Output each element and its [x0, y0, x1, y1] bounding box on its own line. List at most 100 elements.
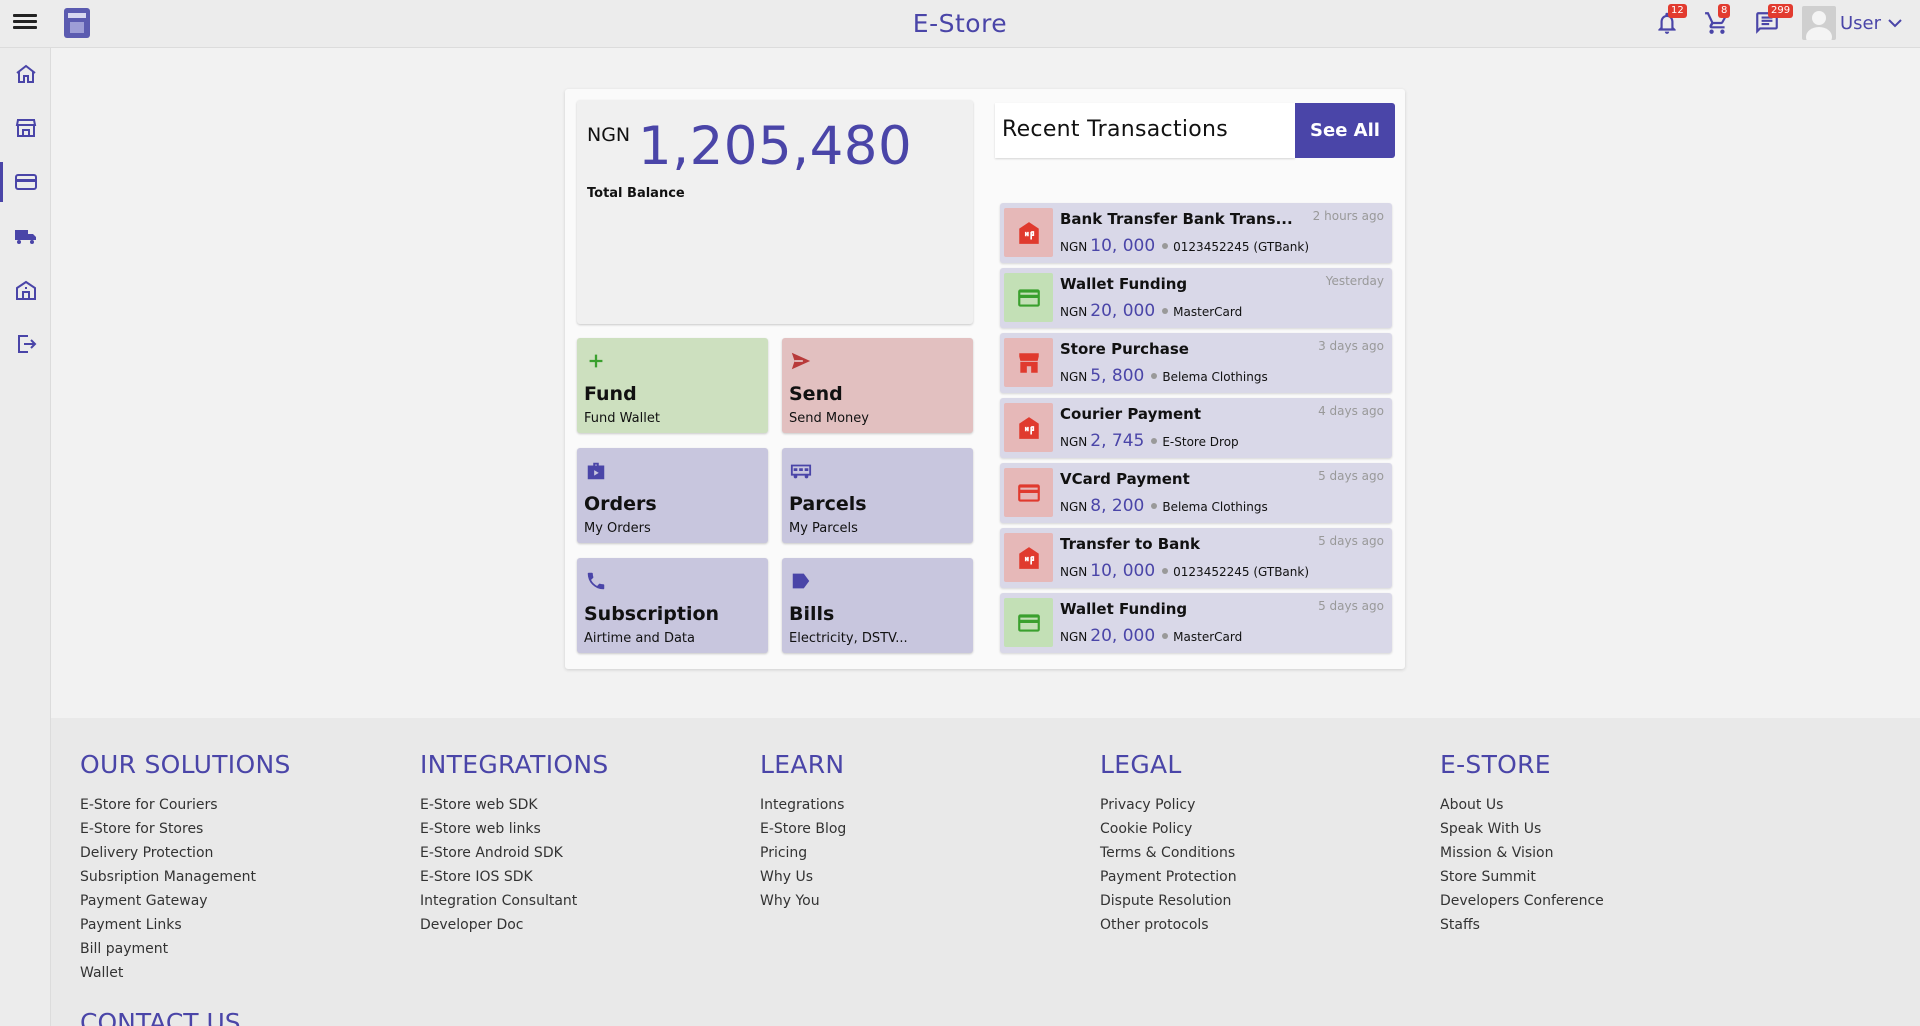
- fund-wallet-tile[interactable]: Fund Fund Wallet: [577, 338, 768, 433]
- transaction-amount: 2, 745: [1090, 431, 1145, 451]
- footer-link[interactable]: Cookie Policy: [1100, 817, 1237, 841]
- see-all-button[interactable]: See All: [1295, 103, 1395, 158]
- tile-subtitle: Electricity, DSTV...: [789, 631, 908, 646]
- subscription-tile[interactable]: Subscription Airtime and Data: [577, 558, 768, 653]
- footer-link[interactable]: Developers Conference: [1440, 889, 1604, 913]
- credit-card-icon: [1017, 288, 1040, 307]
- contact-us-heading: CONTACT US: [80, 1008, 241, 1026]
- sidebar-item-store[interactable]: [0, 108, 51, 148]
- footer-link[interactable]: E-Store for Stores: [80, 817, 291, 841]
- footer-link[interactable]: Speak With Us: [1440, 817, 1604, 841]
- store-logo[interactable]: [64, 8, 90, 38]
- transaction-destination: 0123452245 (GTBank): [1173, 240, 1310, 254]
- transaction-row[interactable]: Store Purchase 3 days ago NGN 5, 800 Bel…: [1000, 333, 1392, 393]
- transaction-icon-box: [1004, 598, 1053, 647]
- footer-link[interactable]: Developer Doc: [420, 913, 609, 937]
- footer-link[interactable]: Pricing: [760, 841, 846, 865]
- footer-link[interactable]: E-Store web SDK: [420, 793, 609, 817]
- footer-link[interactable]: Other protocols: [1100, 913, 1237, 937]
- notifications-button[interactable]: 12: [1654, 4, 1687, 38]
- footer-link[interactable]: Why Us: [760, 865, 846, 889]
- footer-link[interactable]: Privacy Policy: [1100, 793, 1237, 817]
- transaction-time: 5 days ago: [1318, 469, 1384, 483]
- footer-link[interactable]: Payment Protection: [1100, 865, 1237, 889]
- footer-link[interactable]: E-Store for Couriers: [80, 793, 291, 817]
- parcels-tile[interactable]: Parcels My Parcels: [782, 448, 973, 543]
- separator-dot: [1162, 243, 1169, 249]
- chevron-down-icon: [1888, 19, 1902, 28]
- hamburger-menu-icon[interactable]: [12, 11, 38, 37]
- recent-transactions-title: Recent Transactions: [1002, 117, 1229, 142]
- footer-link[interactable]: Delivery Protection: [80, 841, 291, 865]
- bank-transfer-icon: [1018, 221, 1039, 244]
- footer-link[interactable]: Terms & Conditions: [1100, 841, 1237, 865]
- transaction-name: Wallet Funding: [1060, 600, 1188, 618]
- footer-link[interactable]: E-Store web links: [420, 817, 609, 841]
- transaction-details: NGN 10, 000 0123452245 (GTBank): [1060, 561, 1309, 581]
- footer-link[interactable]: Bill payment: [80, 937, 291, 961]
- plus-icon: [589, 354, 603, 368]
- orders-tile[interactable]: Orders My Orders: [577, 448, 768, 543]
- footer-link[interactable]: Staffs: [1440, 913, 1604, 937]
- transaction-row[interactable]: Wallet Funding 5 days ago NGN 20, 000 Ma…: [1000, 593, 1392, 653]
- footer-link[interactable]: Payment Gateway: [80, 889, 291, 913]
- transaction-name: Store Purchase: [1060, 340, 1189, 358]
- footer-link[interactable]: Wallet: [80, 961, 291, 985]
- footer-column-title: E-STORE: [1440, 750, 1551, 779]
- footer-link[interactable]: Payment Links: [80, 913, 291, 937]
- footer-link[interactable]: Integration Consultant: [420, 889, 609, 913]
- transaction-currency: NGN: [1060, 435, 1088, 449]
- footer-link[interactable]: Subsription Management: [80, 865, 291, 889]
- footer-link[interactable]: About Us: [1440, 793, 1604, 817]
- transaction-row[interactable]: Courier Payment 4 days ago NGN 2, 745 E-…: [1000, 398, 1392, 458]
- footer-link[interactable]: Dispute Resolution: [1100, 889, 1237, 913]
- footer-column-title: LEGAL: [1100, 750, 1182, 779]
- balance-card: NGN 1,205,480 Total Balance: [577, 100, 973, 324]
- tile-title: Fund: [584, 383, 637, 405]
- sidebar-item-home[interactable]: [0, 54, 51, 94]
- transaction-amount: 20, 000: [1090, 626, 1156, 646]
- transaction-details: NGN 5, 800 Belema Clothings: [1060, 366, 1268, 386]
- transaction-row[interactable]: Bank Transfer Bank Trans... 2 hours ago …: [1000, 203, 1392, 263]
- footer-column-legal: LEGAL Privacy Policy Cookie Policy Terms…: [1100, 750, 1237, 937]
- transaction-name: Courier Payment: [1060, 405, 1202, 423]
- transaction-icon-box: [1004, 208, 1053, 257]
- transaction-time: 5 days ago: [1318, 599, 1384, 613]
- user-menu[interactable]: User: [1802, 6, 1903, 40]
- transaction-row[interactable]: Transfer to Bank 5 days ago NGN 10, 000 …: [1000, 528, 1392, 588]
- footer-link[interactable]: E-Store Android SDK: [420, 841, 609, 865]
- footer-column-title: OUR SOLUTIONS: [80, 750, 291, 779]
- bills-tile[interactable]: Bills Electricity, DSTV...: [782, 558, 973, 653]
- credit-card-icon: [1017, 613, 1040, 632]
- footer-column-solutions: OUR SOLUTIONS E-Store for Couriers E-Sto…: [80, 750, 291, 985]
- footer-link[interactable]: E-Store IOS SDK: [420, 865, 609, 889]
- messages-button[interactable]: 299: [1754, 4, 1794, 38]
- credit-card-icon: [1017, 483, 1040, 502]
- sidebar-item-delivery[interactable]: [0, 216, 51, 256]
- cart-button[interactable]: 8: [1704, 4, 1732, 38]
- transaction-details: NGN 10, 000 0123452245 (GTBank): [1060, 236, 1309, 256]
- footer-link[interactable]: E-Store Blog: [760, 817, 846, 841]
- transaction-currency: NGN: [1060, 565, 1088, 579]
- sidebar-item-wallet[interactable]: [0, 162, 51, 202]
- footer-link[interactable]: Integrations: [760, 793, 846, 817]
- tile-subtitle: My Orders: [584, 521, 651, 536]
- transaction-time: Yesterday: [1325, 274, 1384, 288]
- transaction-row[interactable]: VCard Payment 5 days ago NGN 8, 200 Bele…: [1000, 463, 1392, 523]
- footer-link[interactable]: Mission & Vision: [1440, 841, 1604, 865]
- tile-title: Bills: [789, 603, 835, 625]
- transaction-amount: 10, 000: [1090, 561, 1156, 581]
- footer-link[interactable]: Why You: [760, 889, 846, 913]
- transaction-name: Transfer to Bank: [1060, 535, 1200, 553]
- footer-link[interactable]: Store Summit: [1440, 865, 1604, 889]
- avatar: [1802, 6, 1836, 40]
- transaction-row[interactable]: Wallet Funding Yesterday NGN 20, 000 Mas…: [1000, 268, 1392, 328]
- separator-dot: [1151, 373, 1158, 379]
- send-money-tile[interactable]: Send Send Money: [782, 338, 973, 433]
- sidebar-item-logout[interactable]: [0, 324, 51, 364]
- transaction-destination: Belema Clothings: [1162, 370, 1268, 384]
- transaction-destination: 0123452245 (GTBank): [1173, 565, 1310, 579]
- footer: OUR SOLUTIONS E-Store for Couriers E-Sto…: [51, 718, 1920, 1026]
- sidebar-item-bank[interactable]: [0, 270, 51, 310]
- top-bar: E-Store 12 8 299 User: [0, 0, 1920, 48]
